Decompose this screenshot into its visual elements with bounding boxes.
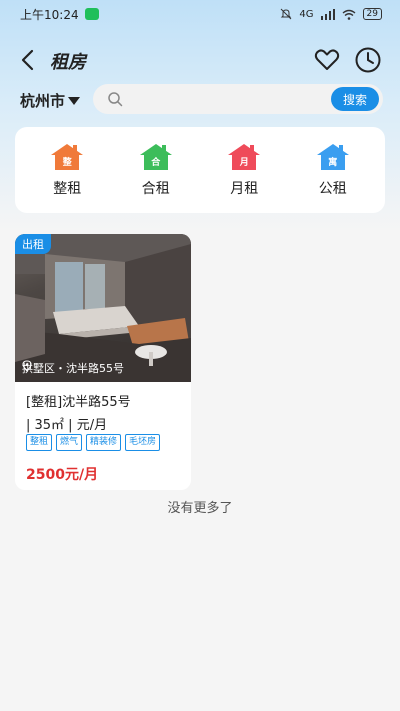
signal-icon bbox=[320, 8, 335, 20]
category-item[interactable]: 月月租 bbox=[209, 142, 279, 198]
listing-tag: 毛坯房 bbox=[125, 434, 161, 451]
wechat-notification-icon bbox=[84, 8, 99, 20]
search-button[interactable]: 搜索 bbox=[331, 87, 379, 111]
status-time: 上午10:24 bbox=[20, 7, 79, 22]
search-input[interactable] bbox=[131, 89, 321, 109]
house-icon: 整 bbox=[49, 142, 85, 172]
house-icon: 月 bbox=[226, 142, 262, 172]
rent-badge: 出租 bbox=[15, 234, 51, 254]
category-label: 整租 bbox=[53, 181, 82, 197]
location-pin-icon bbox=[22, 360, 32, 372]
wifi-icon bbox=[342, 9, 355, 20]
end-of-list-text: 没有更多了 bbox=[167, 501, 233, 516]
category-label: 月租 bbox=[230, 181, 259, 197]
listing-price: 2500元/月 bbox=[26, 467, 99, 483]
history-clock-icon[interactable] bbox=[354, 46, 382, 74]
status-icons: 4G 29 bbox=[280, 8, 382, 20]
category-label: 公租 bbox=[318, 181, 347, 197]
search-bar: 搜索 bbox=[93, 84, 383, 114]
house-icon: 寓 bbox=[315, 142, 351, 172]
page-title: 租房 bbox=[50, 52, 86, 73]
category-label: 合租 bbox=[141, 181, 170, 197]
signal-text: 4G bbox=[299, 8, 314, 20]
listing-photo[interactable]: 出租 拱墅区・沈半路55号 bbox=[15, 234, 191, 382]
location-text: 拱墅区・沈半路55号 bbox=[22, 362, 124, 375]
page-header: 租房 bbox=[0, 42, 400, 78]
category-panel: 整整租合合租月月租寓公租 bbox=[15, 127, 385, 213]
listing-location: 拱墅区・沈半路55号 bbox=[22, 360, 124, 376]
back-icon[interactable] bbox=[18, 48, 40, 72]
listing-title: [整租]沈半路55号 bbox=[26, 395, 131, 410]
listing-tag: 整租 bbox=[26, 434, 53, 451]
category-item[interactable]: 整整租 bbox=[32, 142, 102, 198]
favorite-heart-icon[interactable] bbox=[314, 48, 340, 72]
listing-spec: | 35㎡ | 元/月 bbox=[26, 418, 108, 433]
listing-card[interactable]: 出租 拱墅区・沈半路55号 [整租]沈半路55号 | 35㎡ | 元/月 整租燃… bbox=[15, 234, 191, 490]
category-item[interactable]: 合合租 bbox=[121, 142, 191, 198]
mute-icon bbox=[281, 8, 292, 20]
house-icon: 合 bbox=[138, 142, 174, 172]
listing-tag: 精装修 bbox=[86, 434, 122, 451]
search-icon bbox=[108, 92, 123, 107]
status-bar: 上午10:24 4G 29 bbox=[0, 0, 400, 28]
caret-down-icon bbox=[68, 96, 81, 105]
listing-tags: 整租 燃气 精装修 毛坯房 bbox=[26, 434, 161, 451]
listing-tag: 燃气 bbox=[56, 434, 83, 451]
city-selector[interactable]: 杭州市 bbox=[20, 90, 81, 111]
battery-indicator: 29 bbox=[362, 8, 382, 20]
category-item[interactable]: 寓公租 bbox=[298, 142, 368, 198]
city-name: 杭州市 bbox=[20, 92, 66, 110]
